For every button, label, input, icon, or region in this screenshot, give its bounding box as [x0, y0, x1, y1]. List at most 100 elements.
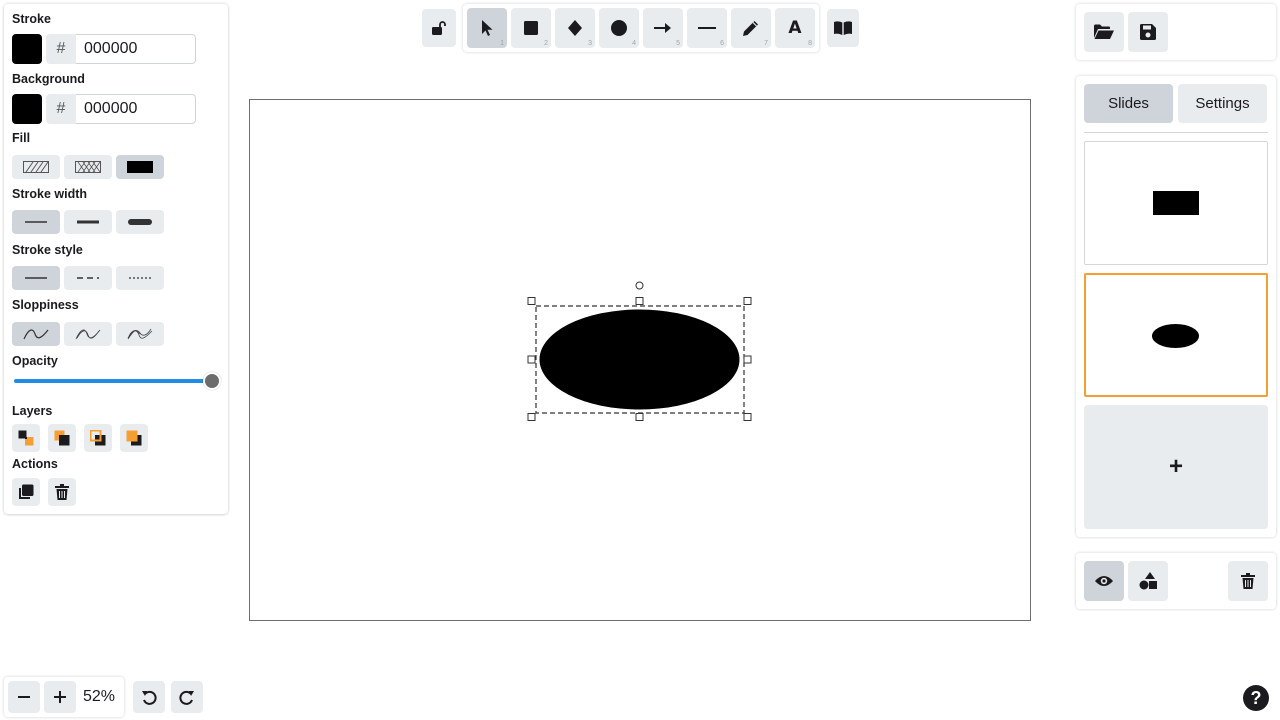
drawing-canvas[interactable] [249, 99, 1031, 621]
tab-settings[interactable]: Settings [1178, 84, 1267, 123]
cartoonist-stroke-icon [127, 328, 153, 340]
tool-shortcut: 8 [808, 40, 812, 47]
bring-forward-button[interactable] [84, 424, 112, 452]
background-color-row: # [12, 94, 196, 124]
actions-buttons [12, 478, 76, 506]
save-file-button[interactable] [1128, 12, 1168, 52]
tool-rectangle[interactable]: 2 [511, 8, 551, 48]
hachure-fill-icon [23, 161, 49, 173]
resize-handle-ne[interactable] [743, 297, 752, 305]
redo-icon [179, 690, 194, 705]
stroke-width-thin-button[interactable] [12, 210, 60, 234]
rectangle-icon [524, 21, 538, 35]
rotation-handle[interactable] [635, 281, 644, 290]
duplicate-button[interactable] [12, 478, 40, 506]
ellipse-shape[interactable] [539, 309, 740, 410]
fill-cross-hatch-button[interactable] [64, 155, 112, 179]
zoom-out-button[interactable] [8, 681, 40, 713]
pointer-icon [482, 20, 493, 36]
undo-button[interactable] [133, 681, 165, 713]
resize-handle-sw[interactable] [527, 413, 536, 421]
resize-handle-s[interactable] [635, 413, 644, 421]
tool-shortcut: 4 [632, 40, 636, 47]
help-button[interactable]: ? [1243, 685, 1269, 711]
open-file-button[interactable] [1084, 12, 1124, 52]
layers-buttons [12, 424, 148, 452]
tab-divider [1084, 132, 1268, 133]
tab-slides[interactable]: Slides [1084, 84, 1173, 123]
sloppiness-label: Sloppiness [12, 298, 79, 312]
ellipse-icon [611, 20, 627, 36]
fill-hachure-button[interactable] [12, 155, 60, 179]
stroke-style-solid-button[interactable] [12, 266, 60, 290]
send-to-back-button[interactable] [12, 424, 40, 452]
stroke-hex-input[interactable] [76, 34, 196, 64]
artist-stroke-icon [75, 329, 101, 340]
duplicate-icon [19, 484, 34, 499]
sloppiness-options [12, 322, 164, 346]
resize-handle-se[interactable] [743, 413, 752, 421]
library-button[interactable] [827, 9, 859, 47]
shapes-button[interactable] [1128, 561, 1168, 601]
stroke-label: Stroke [12, 12, 51, 26]
tool-ellipse[interactable]: 4 [599, 8, 639, 48]
tool-shortcut: 5 [676, 40, 680, 47]
bring-to-front-button[interactable] [120, 424, 148, 452]
fill-label: Fill [12, 131, 31, 145]
fill-options [12, 155, 164, 179]
send-backward-button[interactable] [48, 424, 76, 452]
slide-thumbnail-1[interactable] [1084, 141, 1268, 265]
tool-shortcut: 1 [500, 40, 504, 47]
stroke-style-dashed-button[interactable] [64, 266, 112, 290]
resize-handle-n[interactable] [635, 297, 644, 305]
tool-shortcut: 3 [588, 40, 592, 47]
stroke-style-label: Stroke style [12, 243, 83, 257]
stroke-width-extra-bold-button[interactable] [116, 210, 164, 234]
extra-bold-line-icon [128, 219, 152, 225]
tool-text[interactable]: A 8 [775, 8, 815, 48]
background-hex-input[interactable] [76, 94, 196, 124]
tool-selection[interactable]: 1 [467, 8, 507, 48]
opacity-slider-thumb[interactable] [203, 372, 221, 390]
stroke-width-bold-button[interactable] [64, 210, 112, 234]
dotted-line-icon [129, 277, 151, 279]
tool-line[interactable]: 6 [687, 8, 727, 48]
slide-actions-panel [1076, 553, 1276, 609]
sloppiness-cartoonist-button[interactable] [116, 322, 164, 346]
bold-line-icon [77, 220, 99, 224]
canvas-shapes [527, 281, 752, 421]
sloppiness-artist-button[interactable] [64, 322, 112, 346]
resize-handle-e[interactable] [743, 355, 752, 364]
opacity-slider-track[interactable] [14, 379, 212, 383]
background-label: Background [12, 72, 85, 86]
fill-solid-button[interactable] [116, 155, 164, 179]
zoom-level[interactable]: 52% [83, 688, 115, 706]
redo-button[interactable] [171, 681, 203, 713]
preview-button[interactable] [1084, 561, 1124, 601]
lock-button[interactable] [422, 9, 456, 47]
stroke-style-dotted-button[interactable] [116, 266, 164, 290]
stroke-color-swatch[interactable] [12, 34, 42, 64]
save-icon [1140, 24, 1156, 40]
tool-arrow[interactable]: 5 [643, 8, 683, 48]
actions-label: Actions [12, 457, 58, 471]
delete-slide-button[interactable] [1228, 561, 1268, 601]
folder-open-icon [1094, 24, 1114, 39]
slide-thumbnail-2[interactable] [1084, 273, 1268, 397]
zoom-in-button[interactable] [44, 681, 76, 713]
trash-icon [1241, 573, 1255, 589]
background-color-swatch[interactable] [12, 94, 42, 124]
tool-draw[interactable]: 7 [731, 8, 771, 48]
resize-handle-nw[interactable] [527, 297, 536, 305]
architect-stroke-icon [23, 329, 49, 340]
solid-line-icon [25, 277, 47, 279]
delete-button[interactable] [48, 478, 76, 506]
book-icon [834, 21, 852, 35]
pencil-icon [743, 21, 758, 36]
add-slide-button[interactable]: + [1084, 405, 1268, 529]
stroke-hash-prefix: # [46, 34, 76, 64]
slides-panel: Slides Settings + [1076, 76, 1276, 537]
sloppiness-architect-button[interactable] [12, 322, 60, 346]
tool-diamond[interactable]: 3 [555, 8, 595, 48]
resize-handle-w[interactable] [527, 355, 536, 364]
